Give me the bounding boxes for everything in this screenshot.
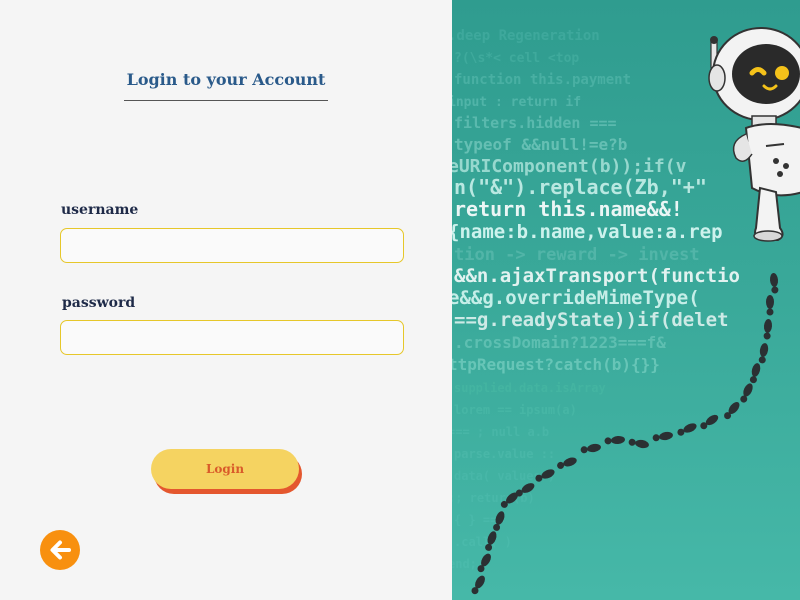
footprint (515, 483, 535, 497)
footprint (700, 414, 719, 430)
username-label: username (61, 202, 139, 218)
arrow-left-icon (50, 540, 71, 560)
page-title: Login to your Account (126, 70, 326, 89)
footprint (535, 469, 555, 482)
footprint (740, 383, 753, 403)
footprint (580, 443, 601, 454)
footprint (485, 531, 497, 551)
footprint (724, 402, 740, 420)
footprint (493, 511, 505, 531)
footprint (763, 319, 773, 340)
footprint (477, 553, 491, 573)
footprint (769, 273, 779, 294)
login-page: Login to your Account username password … (0, 0, 800, 600)
footprint (652, 431, 673, 442)
password-input[interactable] (60, 320, 404, 355)
back-button[interactable] (40, 530, 80, 570)
footprint (758, 343, 769, 364)
login-panel: Login to your Account username password … (0, 0, 452, 600)
title-underline (124, 100, 328, 101)
username-input[interactable] (60, 228, 404, 263)
login-button[interactable]: Login (151, 449, 299, 489)
footprint (604, 435, 625, 445)
illustration-panel: .deep Regeneration ?(\s*< cell <top functi… (452, 0, 800, 600)
footprint (628, 438, 649, 449)
footprint (749, 363, 761, 384)
footprint (557, 457, 577, 469)
footprint (766, 295, 774, 316)
robot-mascot (708, 27, 800, 242)
password-label: password (62, 295, 136, 311)
footprint (677, 423, 697, 436)
footprint (471, 575, 485, 595)
